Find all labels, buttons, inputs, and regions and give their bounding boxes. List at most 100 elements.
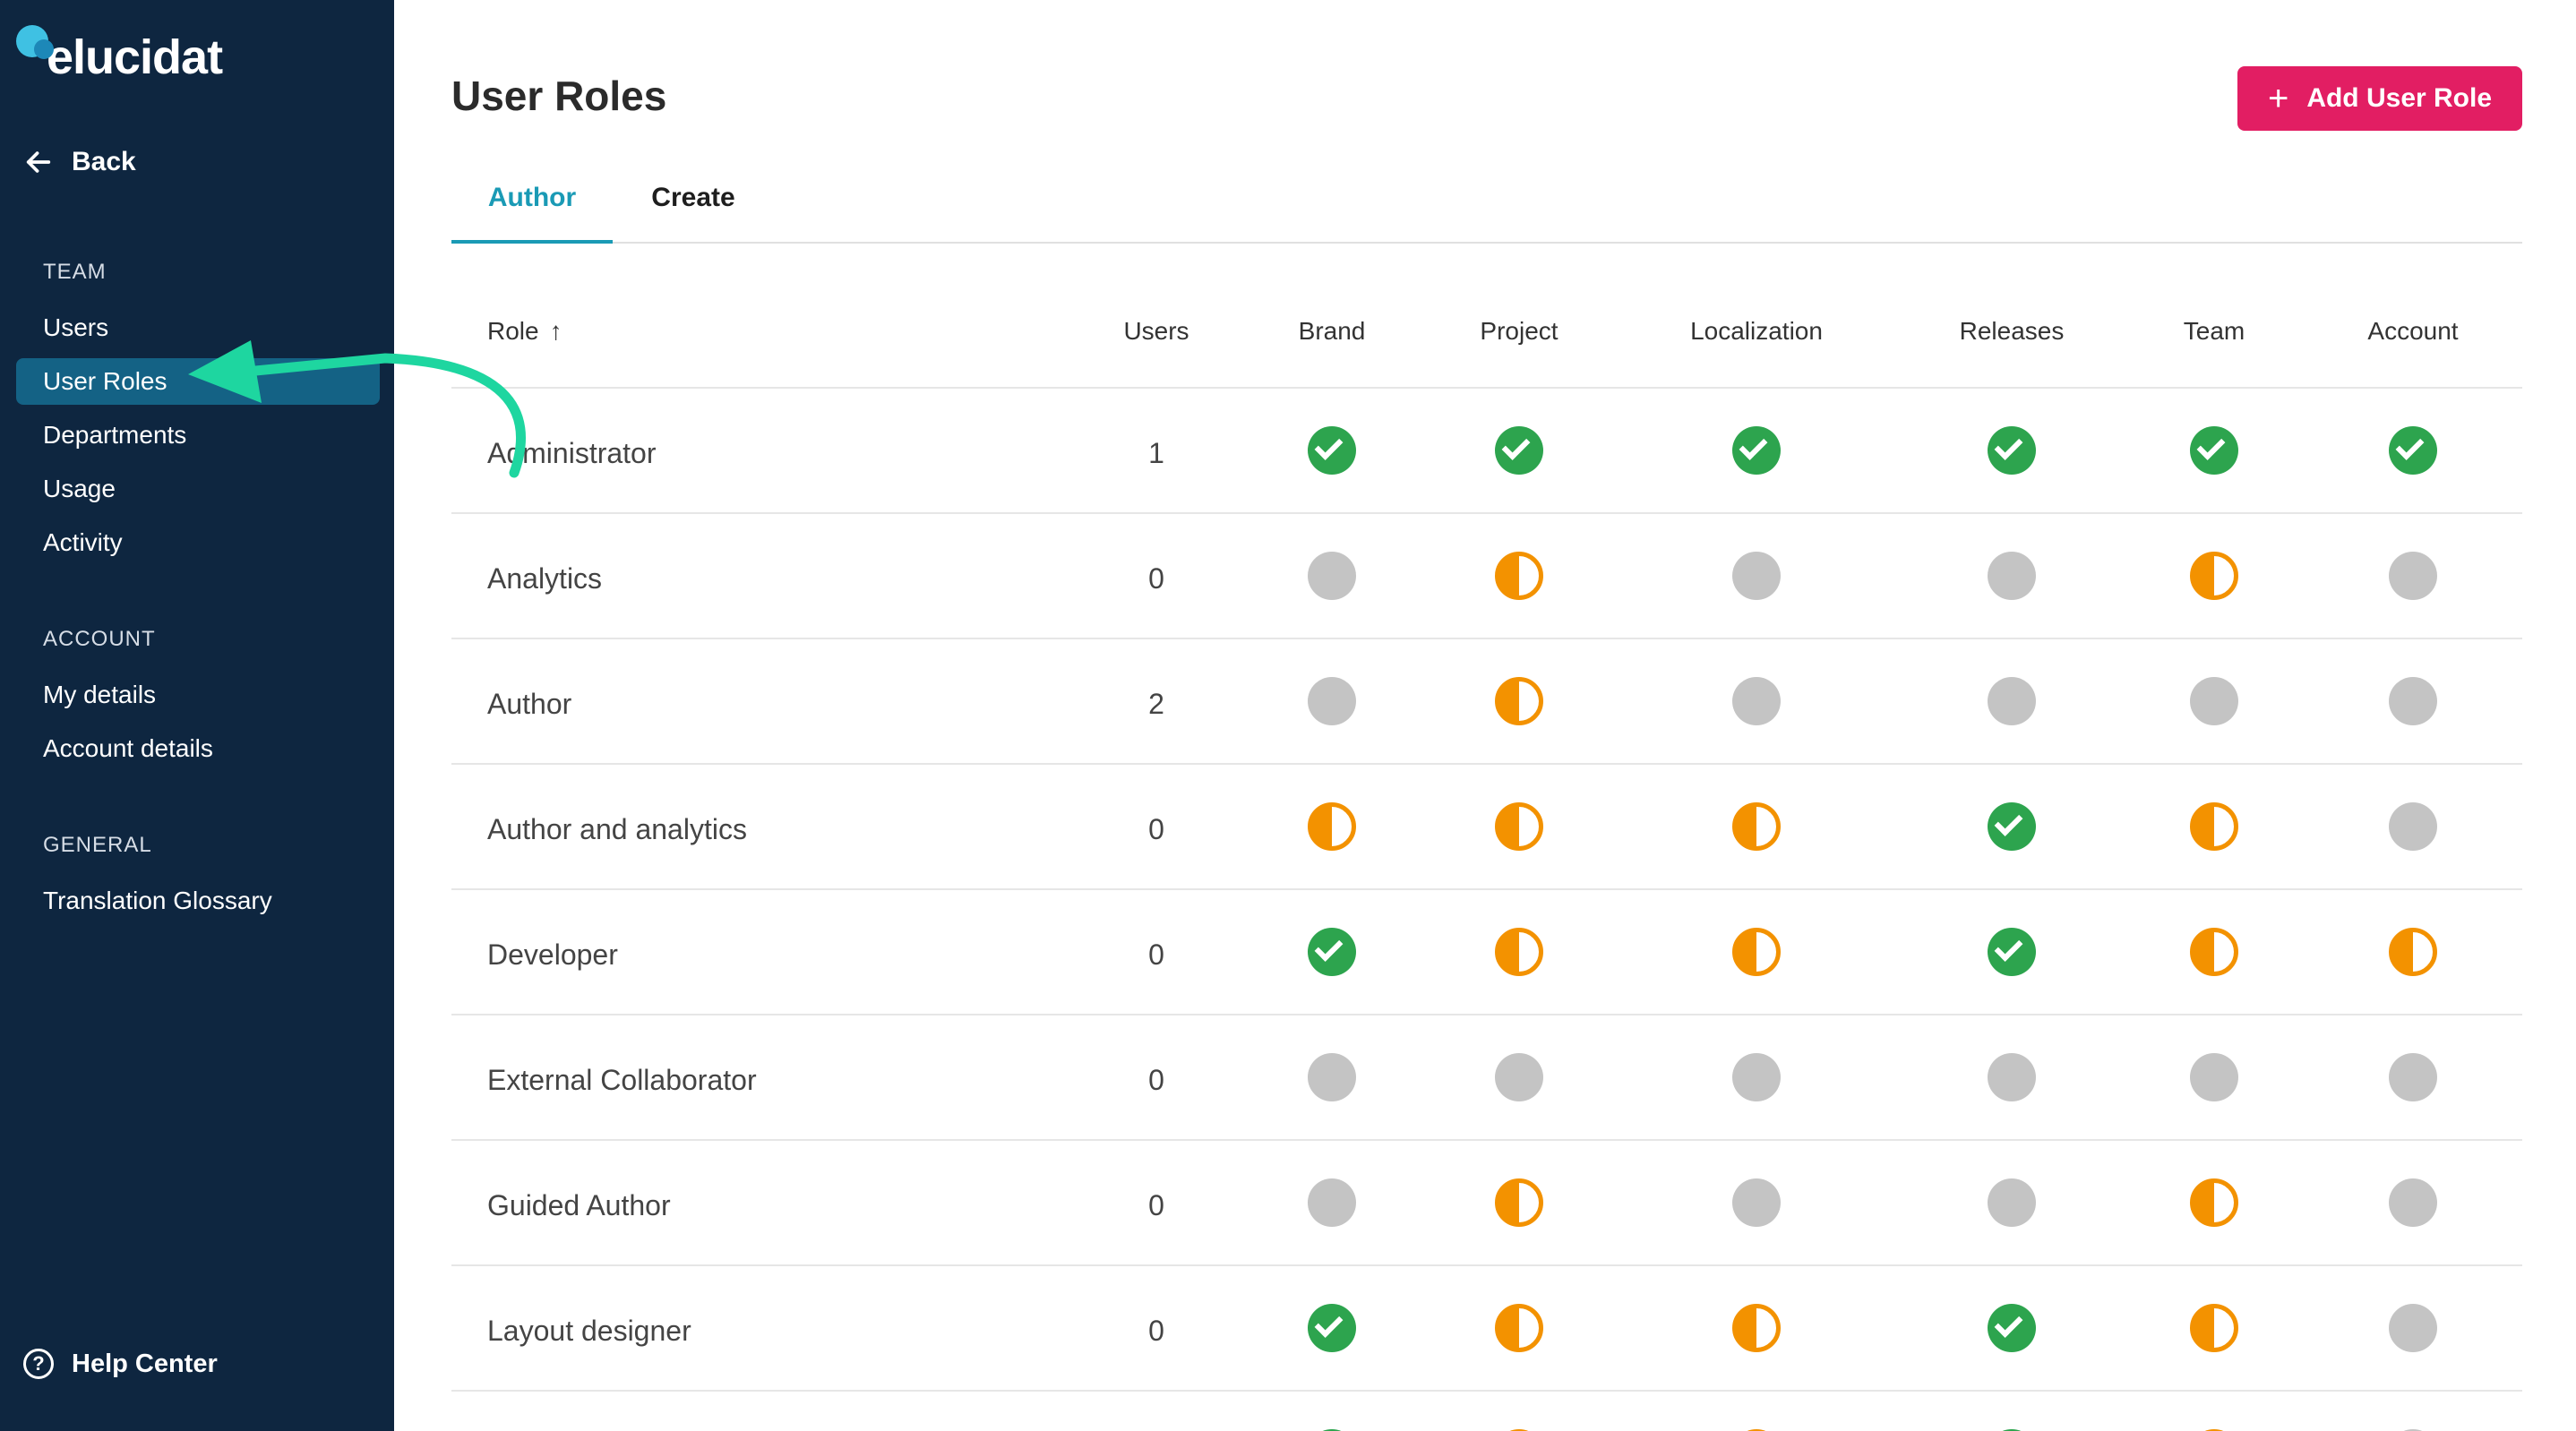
column-header-account: Account [2367,317,2459,345]
column-header-brand: Brand [1298,317,1366,345]
sidebar: elucidat Back TEAM Users User Roles Depa… [0,0,394,1431]
brand-permission-none-icon [1308,1053,1356,1101]
team-permission-full-icon [2190,426,2238,475]
table-row[interactable]: Administrator 1 [451,389,2522,514]
user-count: 0 [1148,938,1164,971]
brand-permission-full-icon [1308,426,1356,475]
account-permission-partial-icon [2389,928,2437,976]
column-header-project: Project [1480,317,1558,345]
localization-permission-partial-icon [1732,1304,1781,1352]
role-name: Layout designer [487,1315,691,1347]
elucidat-logo[interactable]: elucidat [16,25,223,90]
releases-permission-none-icon [1988,552,2036,600]
table-row[interactable]: Author and analytics 0 [451,765,2522,890]
account-permission-none-icon [2389,1178,2437,1227]
page-title: User Roles [451,73,667,119]
table-row[interactable]: Developer 0 [451,890,2522,1015]
brand-permission-none-icon [1308,552,1356,600]
user-count: 0 [1148,562,1164,595]
team-permission-partial-icon [2190,928,2238,976]
brand-permission-full-icon [1308,928,1356,976]
back-label: Back [72,147,136,176]
table-row[interactable]: External Collaborator 0 [451,1015,2522,1141]
project-permission-full-icon [1495,426,1543,475]
project-permission-partial-icon [1495,1304,1543,1352]
project-permission-partial-icon [1495,1178,1543,1227]
sort-ascending-icon: ↑ [549,317,562,345]
team-permission-partial-icon [2190,1304,2238,1352]
table-row[interactable]: Layout designer 0 [451,1266,2522,1392]
sidebar-item-departments[interactable]: Departments [16,412,380,458]
table-header: Role ↑ Users Brand Project Localization R… [451,296,2522,389]
sidebar-item-account-details[interactable]: Account details [16,725,380,772]
user-roles-table: Role ↑ Users Brand Project Localization R… [451,296,2522,1392]
back-link[interactable]: Back [23,147,136,177]
help-center-link[interactable]: ? Help Center [23,1349,218,1379]
project-permission-partial-icon [1495,552,1543,600]
column-header-users: Users [1123,317,1189,345]
project-permission-none-icon [1495,1053,1543,1101]
sidebar-item-activity[interactable]: Activity [16,519,380,566]
sidebar-item-usage[interactable]: Usage [16,466,380,512]
account-permission-none-icon [2389,552,2437,600]
localization-permission-partial-icon [1732,928,1781,976]
project-permission-partial-icon [1495,677,1543,725]
team-permission-partial-icon [2190,552,2238,600]
help-icon: ? [23,1349,54,1379]
table-row-partial [451,1424,2522,1431]
releases-permission-none-icon [1988,1053,2036,1101]
sidebar-item-translation-glossary[interactable]: Translation Glossary [16,878,380,924]
localization-permission-none-icon [1732,1178,1781,1227]
user-count: 1 [1148,437,1164,469]
user-count: 0 [1148,1315,1164,1347]
team-permission-none-icon [2190,677,2238,725]
sidebar-item-user-roles[interactable]: User Roles [16,358,380,405]
role-name: Author and analytics [487,813,747,845]
localization-permission-full-icon [1732,426,1781,475]
sidebar-item-my-details[interactable]: My details [16,672,380,718]
user-count: 2 [1148,688,1164,720]
brand-permission-full-icon [1308,1304,1356,1352]
brand-permission-none-icon [1308,677,1356,725]
account-permission-none-icon [2389,1053,2437,1101]
account-permission-full-icon [2389,426,2437,475]
account-permission-none-icon [2389,1304,2437,1352]
sidebar-item-users[interactable]: Users [16,304,380,351]
tab-create[interactable]: Create [613,170,774,244]
section-title-general: GENERAL [43,833,152,857]
localization-permission-none-icon [1732,552,1781,600]
column-header-localization: Localization [1690,317,1823,345]
localization-permission-none-icon [1732,1053,1781,1101]
table-row[interactable]: Analytics 0 [451,514,2522,639]
localization-permission-none-icon [1732,677,1781,725]
releases-permission-none-icon [1988,1178,2036,1227]
releases-permission-full-icon [1988,1304,2036,1352]
plus-icon: + [2267,79,2289,118]
section-title-account: ACCOUNT [43,627,156,651]
table-row[interactable]: Guided Author 0 [451,1141,2522,1266]
add-user-role-button[interactable]: + Add User Role [2237,66,2522,131]
arrow-left-icon [26,151,51,173]
table-body: Administrator 1 Analytics 0 Author 2 Author an… [451,389,2522,1392]
table-row[interactable]: Author 2 [451,639,2522,765]
column-header-team: Team [2183,317,2245,345]
role-name: Analytics [487,562,603,595]
user-count: 0 [1148,1189,1164,1221]
role-name: Author [487,688,572,720]
localization-permission-partial-icon [1732,802,1781,851]
brand-permission-none-icon [1308,1178,1356,1227]
releases-permission-full-icon [1988,426,2036,475]
role-name: Developer [487,938,618,971]
logo-icon [16,25,54,68]
releases-permission-full-icon [1988,802,2036,851]
account-permission-none-icon [2389,677,2437,725]
releases-permission-none-icon [1988,677,2036,725]
tab-author[interactable]: Author [451,170,613,244]
brand-permission-partial-icon [1308,802,1356,851]
role-name: External Collaborator [487,1064,757,1096]
role-name: Guided Author [487,1189,671,1221]
project-permission-partial-icon [1495,802,1543,851]
column-header-role[interactable]: Role ↑ [487,296,562,367]
logo-text: elucidat [47,30,223,84]
user-count: 0 [1148,813,1164,845]
